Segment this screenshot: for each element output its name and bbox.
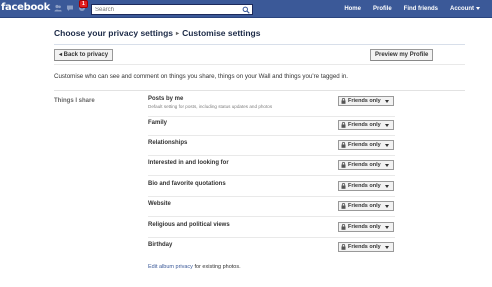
preview-my-profile-button[interactable]: Preview my Profile — [370, 49, 434, 61]
breadcrumb-separator-icon: ▸ — [176, 31, 180, 37]
page-title: Customise settings — [182, 28, 261, 38]
privacy-dropdown[interactable]: Friends only — [338, 120, 394, 130]
chevron-down-icon — [385, 144, 389, 147]
header-divider — [54, 44, 465, 45]
edit-album-privacy-link[interactable]: Edit album privacy — [148, 264, 193, 270]
chevron-down-icon — [385, 185, 389, 188]
lock-icon — [341, 122, 346, 128]
setting-name: Birthday — [148, 242, 173, 248]
chevron-down-icon — [385, 124, 389, 127]
privacy-dropdown-value: Friends only — [348, 203, 381, 209]
top-navigation-bar: facebook 1 Home Profile Find friends Acc… — [0, 0, 492, 18]
setting-name: Bio and favorite quotations — [148, 181, 226, 187]
nav-account-label: Account — [450, 6, 474, 12]
privacy-dropdown-value: Friends only — [348, 122, 381, 128]
lock-icon — [341, 244, 346, 250]
lock-icon — [341, 183, 346, 189]
row-divider — [148, 175, 395, 176]
setting-name: Relationships — [148, 140, 188, 146]
privacy-dropdown[interactable]: Friends only — [338, 222, 394, 232]
row-divider — [148, 155, 395, 156]
nav-home-link[interactable]: Home — [338, 0, 367, 18]
row-divider — [148, 216, 395, 217]
search-icon[interactable] — [242, 6, 250, 14]
search-box[interactable] — [91, 4, 253, 15]
toolbar-divider — [54, 64, 465, 65]
privacy-dropdown[interactable]: Friends only — [338, 242, 394, 252]
setting-name: Website — [148, 201, 171, 207]
chevron-down-icon — [385, 246, 389, 249]
chevron-down-icon — [385, 164, 389, 167]
row-divider — [148, 135, 395, 136]
lock-icon — [341, 142, 346, 148]
setting-name: Religious and political views — [148, 222, 230, 228]
messages-icon[interactable] — [66, 4, 74, 12]
privacy-dropdown-value: Friends only — [348, 162, 381, 168]
section-divider — [54, 90, 465, 91]
lock-icon — [341, 162, 346, 168]
setting-name: Posts by me — [148, 96, 184, 102]
friends-icon[interactable] — [54, 4, 62, 12]
search-input[interactable] — [92, 5, 240, 14]
back-to-privacy-button[interactable]: ◂ Back to privacy — [54, 49, 114, 61]
lock-icon — [341, 203, 346, 209]
privacy-dropdown-value: Friends only — [348, 183, 381, 189]
privacy-dropdown-value: Friends only — [348, 224, 381, 230]
setting-description: Default setting for posts, including sta… — [148, 104, 273, 109]
privacy-dropdown[interactable]: Friends only — [338, 181, 394, 191]
privacy-dropdown[interactable]: Friends only — [338, 160, 394, 170]
privacy-dropdown[interactable]: Friends only — [338, 201, 394, 211]
section-label-things-i-share: Things I share — [54, 98, 95, 104]
row-divider — [148, 237, 395, 238]
nav-profile-link[interactable]: Profile — [367, 0, 398, 18]
privacy-dropdown[interactable]: Friends only — [338, 96, 394, 106]
chevron-down-icon — [476, 6, 480, 10]
album-privacy-note: Edit album privacy for existing photos. — [148, 264, 241, 270]
lock-icon — [341, 98, 346, 104]
setting-name: Interested in and looking for — [148, 160, 229, 166]
breadcrumb-parent[interactable]: Choose your privacy settings — [54, 28, 173, 38]
top-nav-links: Home Profile Find friends Account — [338, 0, 492, 18]
nav-find-friends-link[interactable]: Find friends — [398, 0, 444, 18]
notification-badge[interactable]: 1 — [79, 0, 88, 8]
privacy-dropdown-value: Friends only — [348, 142, 381, 148]
chevron-down-icon — [385, 226, 389, 229]
privacy-dropdown-value: Friends only — [348, 244, 381, 250]
row-divider — [148, 116, 395, 117]
album-privacy-note-text: for existing photos. — [192, 264, 241, 270]
facebook-logo[interactable]: facebook — [1, 2, 50, 13]
lock-icon — [341, 224, 346, 230]
privacy-dropdown[interactable]: Friends only — [338, 140, 394, 150]
nav-account-menu[interactable]: Account — [444, 0, 492, 18]
intro-text: Customise who can see and comment on thi… — [54, 73, 348, 80]
privacy-dropdown-value: Friends only — [348, 98, 381, 104]
row-divider — [148, 196, 395, 197]
chevron-down-icon — [385, 100, 389, 103]
setting-name: Family — [148, 120, 168, 126]
breadcrumb: Choose your privacy settings ▸ Customise s… — [54, 28, 260, 38]
chevron-down-icon — [385, 205, 389, 208]
